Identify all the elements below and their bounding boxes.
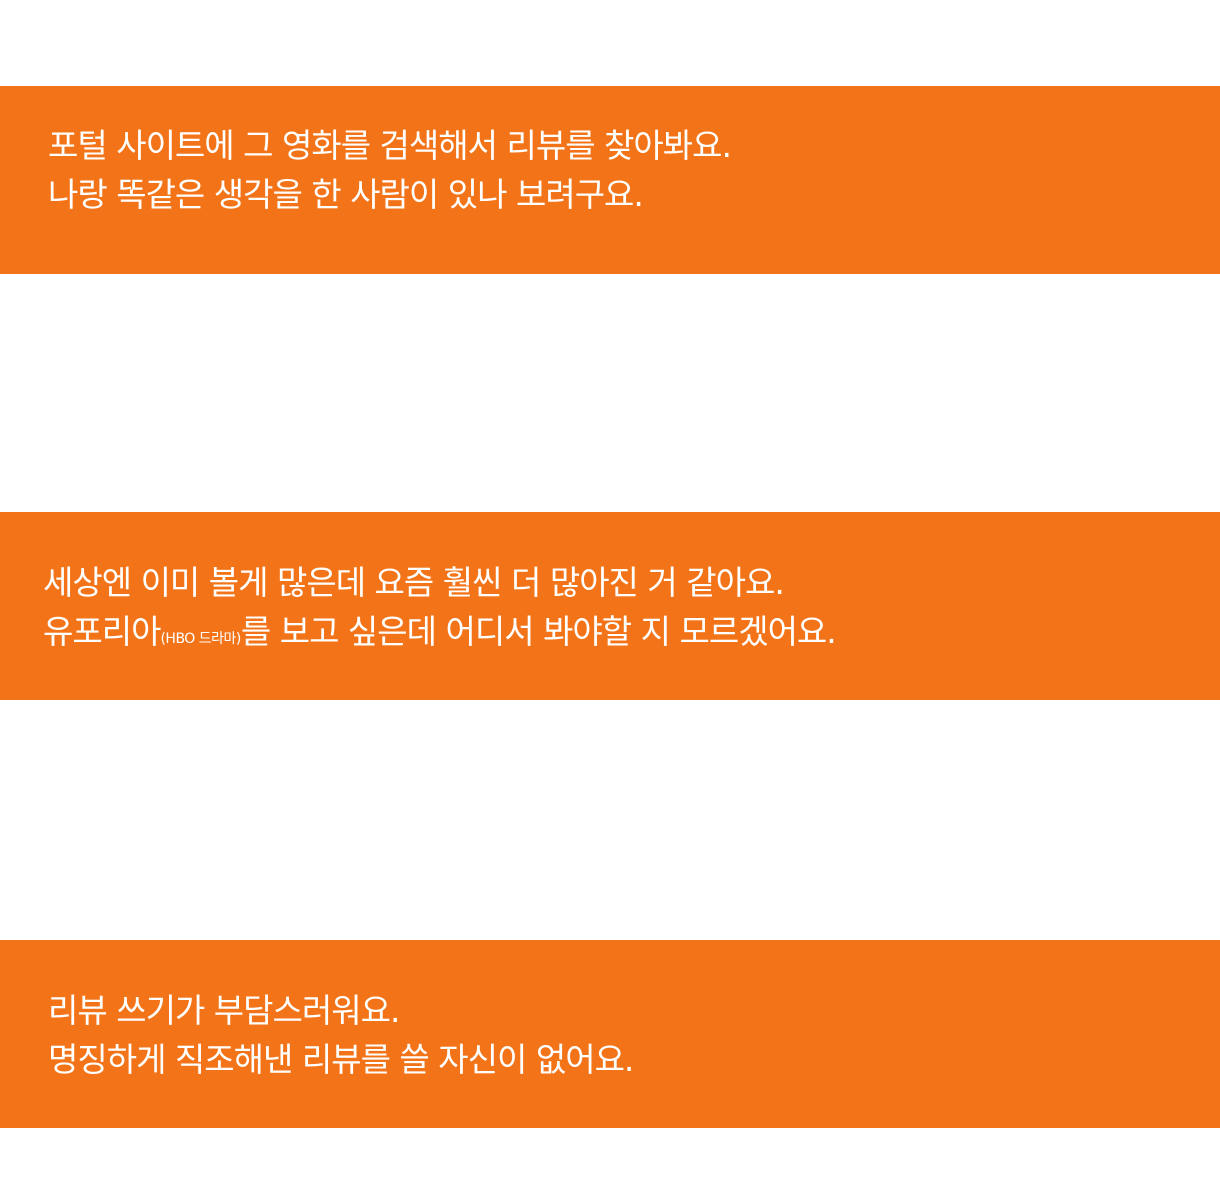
quote-text: 유포리아 (43, 612, 161, 651)
quote-line: 리뷰 쓰기가 부담스러워요. (48, 991, 400, 1030)
quote-line: 명징하게 직조해낸 리뷰를 쓸 자신이 없어요. (48, 1040, 634, 1079)
quote-banner-3: 리뷰 쓰기가 부담스러워요. 명징하게 직조해낸 리뷰를 쓸 자신이 없어요. (0, 940, 1220, 1128)
quote-banner-1: 포털 사이트에 그 영화를 검색해서 리뷰를 찾아봐요. 나랑 똑같은 생각을 … (0, 86, 1220, 274)
footnote-annotation: (HBO 드라마) (160, 631, 241, 647)
page: { "colors": { "background": "#ffffff", "… (0, 0, 1220, 1178)
quote-line: 포털 사이트에 그 영화를 검색해서 리뷰를 찾아봐요. (48, 126, 732, 165)
quote-line: 나랑 똑같은 생각을 한 사람이 있나 보려구요. (48, 175, 644, 214)
quote-banner-2: 세상엔 이미 볼게 많은데 요즘 훨씬 더 많아진 거 같아요. 유포리아(HB… (0, 512, 1220, 700)
quote-line: 세상엔 이미 볼게 많은데 요즘 훨씬 더 많아진 거 같아요. (43, 563, 785, 602)
quote-text: 를 보고 싶은데 어디서 봐야할 지 모르겠어요. (240, 612, 837, 651)
quote-line-with-note: 유포리아(HBO 드라마)를 보고 싶은데 어디서 봐야할 지 모르겠어요. (43, 607, 1220, 664)
